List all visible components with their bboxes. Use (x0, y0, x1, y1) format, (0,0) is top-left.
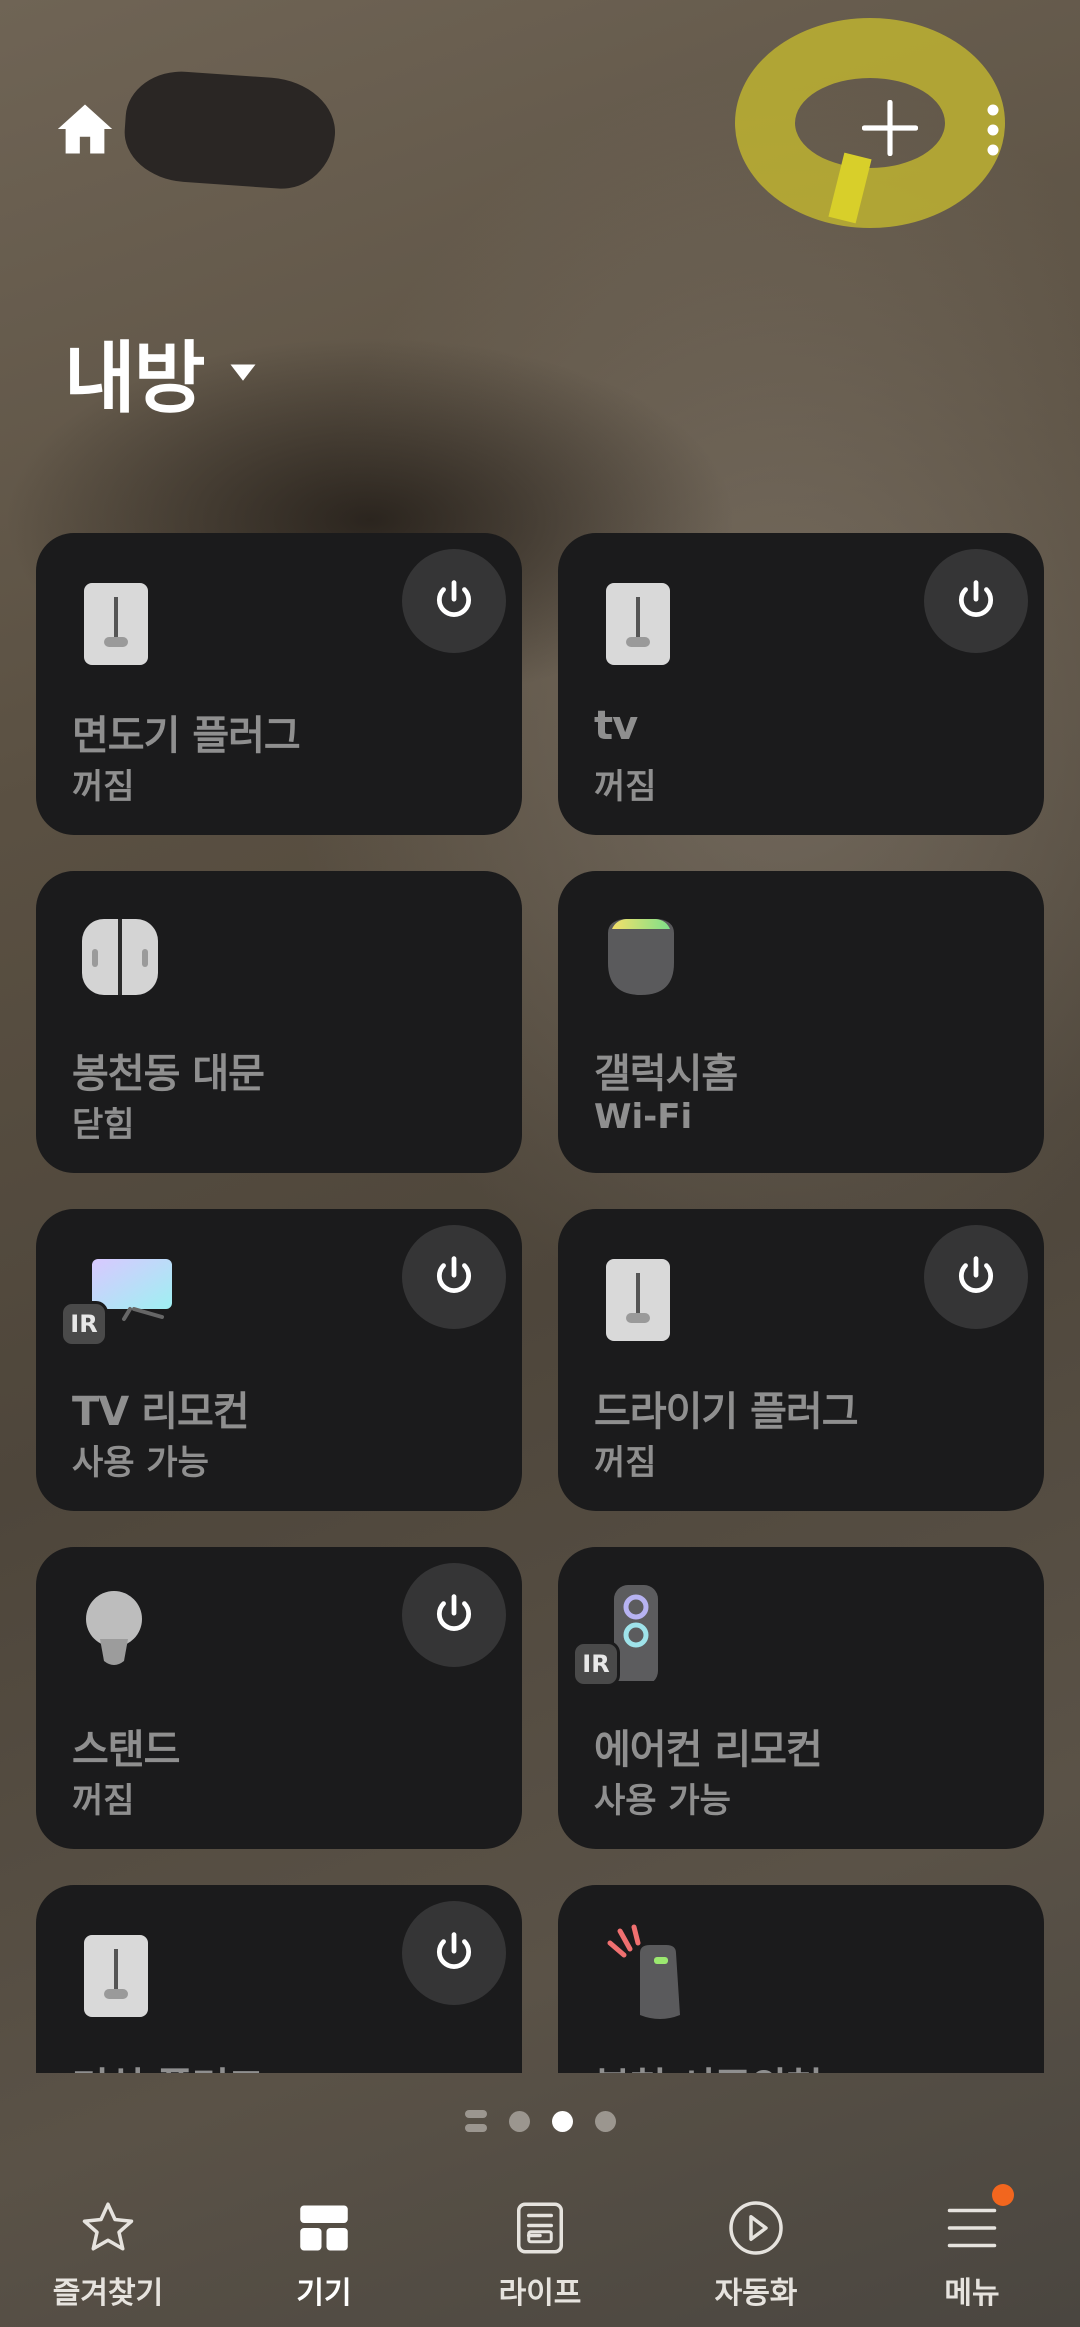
device-status: 꺼짐 (72, 767, 135, 807)
notification-dot (992, 2184, 1014, 2206)
device-card[interactable]: 스탠드 꺼짐 (36, 1547, 522, 1849)
smart-plug-icon (72, 567, 182, 667)
smart-speaker-alert-icon (594, 1919, 704, 2019)
power-button[interactable] (402, 549, 506, 653)
nav-label: 즐겨찾기 (52, 2276, 164, 2311)
power-icon (958, 1256, 994, 1293)
smart-plug-icon (72, 1919, 182, 2019)
device-status: 사용 가능 (72, 1443, 209, 1483)
device-name: 거실 플러그 (72, 2055, 265, 2073)
power-icon (436, 580, 472, 617)
device-grid[interactable]: 면도기 플러그 꺼짐 tv 꺼짐 봉천동 대문 닫힘 갤럭시홈 Wi-Fi IR (0, 520, 1080, 2073)
power-button[interactable] (402, 1563, 506, 1667)
door-sensor-icon (72, 905, 182, 1005)
bottom-nav: 즐겨찾기 기기 라이프 자동화 메뉴 (0, 2180, 1080, 2327)
power-button[interactable] (402, 1225, 506, 1329)
device-card[interactable]: 갤럭시홈 Wi-Fi (558, 871, 1044, 1173)
plus-icon[interactable] (862, 100, 918, 156)
list-view-indicator[interactable] (464, 2110, 487, 2132)
device-card[interactable]: IR TV 리모컨 사용 가능 (36, 1209, 522, 1511)
ir-badge: IR (572, 1641, 620, 1687)
nav-label: 기기 (296, 2276, 352, 2311)
device-name: 면도기 플러그 (72, 713, 301, 759)
smart-plug-icon (594, 567, 704, 667)
device-card[interactable]: 거실 플러그 (36, 1885, 522, 2073)
page-dot[interactable] (594, 2110, 616, 2132)
device-name: 봉천동 대문 (72, 1051, 265, 1097)
menu-icon (947, 2208, 997, 2248)
device-name: 갤럭시홈 (594, 1051, 738, 1097)
power-icon (436, 1932, 472, 1969)
device-status: Wi-Fi (594, 1097, 693, 1137)
device-card[interactable]: 면도기 플러그 꺼짐 (36, 533, 522, 835)
power-button[interactable] (924, 1225, 1028, 1329)
power-icon (436, 1594, 472, 1631)
nav-label: 라이프 (498, 2276, 582, 2311)
device-status: 꺼짐 (594, 1443, 657, 1483)
more-vertical-icon[interactable] (980, 100, 1006, 160)
power-button[interactable] (924, 549, 1028, 653)
device-card[interactable]: 봉천 셔주의천 (558, 1885, 1044, 2073)
power-button[interactable] (402, 1901, 506, 2005)
nav-devices[interactable]: 기기 (216, 2180, 432, 2327)
room-selector[interactable]: 내방 (64, 316, 258, 428)
smart-plug-icon (594, 1243, 704, 1343)
room-title: 내방 (64, 334, 206, 424)
device-status: 꺼짐 (72, 1781, 135, 1821)
nav-automation[interactable]: 자동화 (648, 2180, 864, 2327)
device-name: 에어컨 리모컨 (594, 1727, 823, 1773)
device-card[interactable]: 드라이기 플러그 꺼짐 (558, 1209, 1044, 1511)
star-icon (82, 2202, 134, 2251)
device-status: 닫힘 (72, 1105, 135, 1145)
nav-menu[interactable]: 메뉴 (864, 2180, 1080, 2327)
device-card[interactable]: IR 에어컨 리모컨 사용 가능 (558, 1547, 1044, 1849)
nav-favorites[interactable]: 즐겨찾기 (0, 2180, 216, 2327)
ir-badge: IR (60, 1301, 108, 1347)
device-card[interactable]: tv 꺼짐 (558, 533, 1044, 835)
device-name: 봉천 셔주의천 (594, 2055, 823, 2073)
device-status: 꺼짐 (594, 767, 657, 807)
device-name: tv (594, 703, 638, 749)
device-name: 드라이기 플러그 (594, 1389, 859, 1435)
power-icon (958, 580, 994, 617)
device-card[interactable]: 봉천동 대문 닫힘 (36, 871, 522, 1173)
device-name: 스탠드 (72, 1727, 180, 1773)
caret-down-icon (230, 364, 256, 381)
device-name: TV 리모컨 (72, 1389, 250, 1435)
nav-life[interactable]: 라이프 (432, 2180, 648, 2327)
light-bulb-icon (72, 1581, 182, 1681)
redacted-scribble (121, 67, 339, 193)
speaker-icon (594, 905, 704, 1005)
life-icon (517, 2202, 563, 2254)
page-dot-active[interactable] (551, 2110, 573, 2132)
nav-label: 자동화 (714, 2276, 798, 2311)
home-icon[interactable] (54, 98, 116, 160)
page-indicator[interactable] (0, 2106, 1080, 2136)
devices-grid-icon (300, 2205, 348, 2251)
page-dot[interactable] (508, 2110, 530, 2132)
nav-label: 메뉴 (944, 2276, 1000, 2311)
device-status: 사용 가능 (594, 1781, 731, 1821)
power-icon (436, 1256, 472, 1293)
play-circle-icon (729, 2201, 783, 2255)
